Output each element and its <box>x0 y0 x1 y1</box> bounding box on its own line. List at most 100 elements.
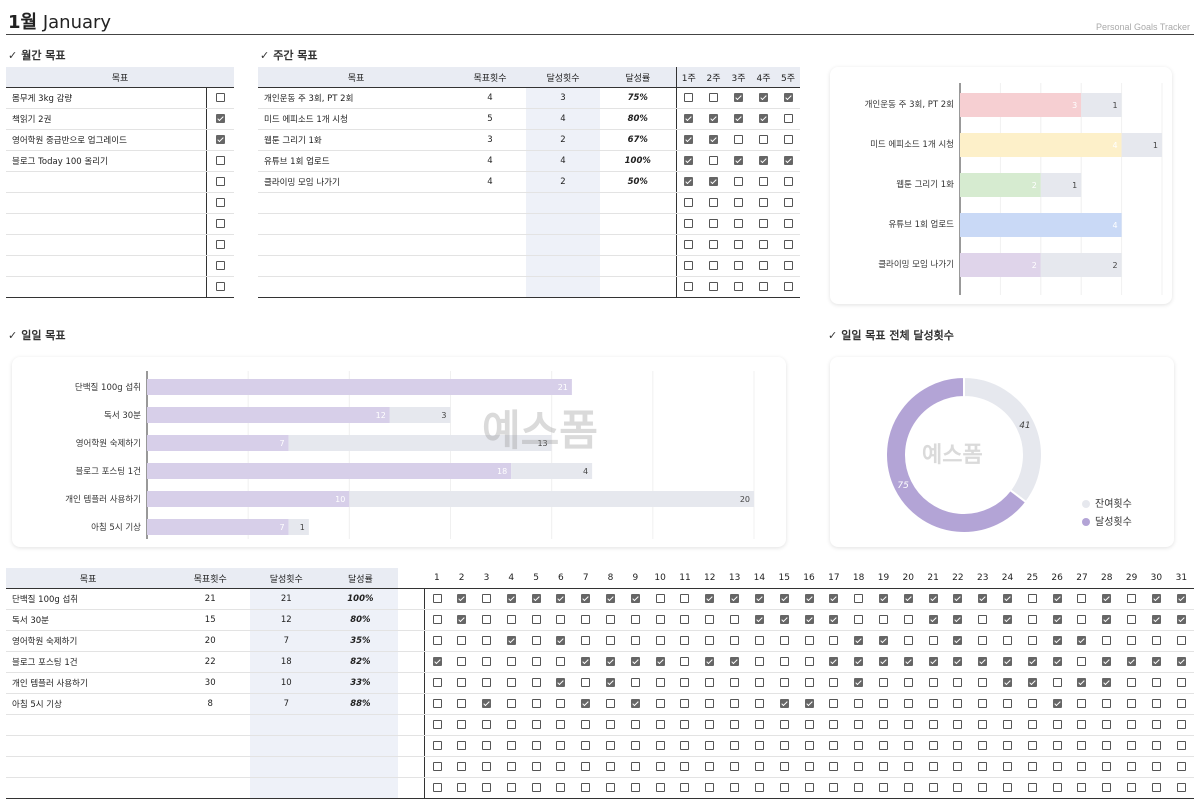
day-13-checkbox[interactable] <box>730 699 740 708</box>
day-9-checkbox[interactable] <box>630 720 640 729</box>
day-6-checkbox[interactable] <box>556 699 566 708</box>
day-19-checkbox[interactable] <box>878 594 888 603</box>
day-16-checkbox[interactable] <box>804 594 814 603</box>
day-6-checkbox[interactable] <box>556 636 566 645</box>
monthly-goal-checkbox[interactable] <box>215 219 225 228</box>
day-5-checkbox[interactable] <box>531 741 541 750</box>
week-4-checkbox[interactable] <box>759 198 768 207</box>
day-22-checkbox[interactable] <box>953 678 963 687</box>
week-3-checkbox[interactable] <box>734 156 743 165</box>
day-19-checkbox[interactable] <box>878 741 888 750</box>
day-13-checkbox[interactable] <box>730 657 740 666</box>
day-14-checkbox[interactable] <box>754 594 764 603</box>
day-13-checkbox[interactable] <box>730 594 740 603</box>
day-19-checkbox[interactable] <box>878 678 888 687</box>
day-27-checkbox[interactable] <box>1077 741 1087 750</box>
day-30-checkbox[interactable] <box>1151 741 1161 750</box>
day-14-checkbox[interactable] <box>754 615 764 624</box>
day-3-checkbox[interactable] <box>481 594 491 603</box>
day-30-checkbox[interactable] <box>1151 615 1161 624</box>
day-28-checkbox[interactable] <box>1102 720 1112 729</box>
day-20-checkbox[interactable] <box>903 657 913 666</box>
day-7-checkbox[interactable] <box>581 594 591 603</box>
day-3-checkbox[interactable] <box>481 762 491 771</box>
day-13-checkbox[interactable] <box>730 720 740 729</box>
day-29-checkbox[interactable] <box>1127 594 1137 603</box>
week-2-checkbox[interactable] <box>709 261 718 270</box>
day-11-checkbox[interactable] <box>680 657 690 666</box>
day-27-checkbox[interactable] <box>1077 699 1087 708</box>
day-6-checkbox[interactable] <box>556 615 566 624</box>
day-7-checkbox[interactable] <box>581 636 591 645</box>
day-31-checkbox[interactable] <box>1176 720 1186 729</box>
day-23-checkbox[interactable] <box>978 636 988 645</box>
day-26-checkbox[interactable] <box>1052 741 1062 750</box>
day-27-checkbox[interactable] <box>1077 783 1087 792</box>
day-8-checkbox[interactable] <box>606 720 616 729</box>
day-5-checkbox[interactable] <box>531 657 541 666</box>
day-17-checkbox[interactable] <box>829 657 839 666</box>
day-2-checkbox[interactable] <box>457 678 467 687</box>
day-5-checkbox[interactable] <box>531 762 541 771</box>
day-10-checkbox[interactable] <box>655 594 665 603</box>
day-6-checkbox[interactable] <box>556 783 566 792</box>
day-29-checkbox[interactable] <box>1127 720 1137 729</box>
day-18-checkbox[interactable] <box>854 657 864 666</box>
day-20-checkbox[interactable] <box>903 678 913 687</box>
day-22-checkbox[interactable] <box>953 720 963 729</box>
day-21-checkbox[interactable] <box>928 720 938 729</box>
day-12-checkbox[interactable] <box>705 720 715 729</box>
week-3-checkbox[interactable] <box>734 219 743 228</box>
day-30-checkbox[interactable] <box>1151 720 1161 729</box>
day-23-checkbox[interactable] <box>978 720 988 729</box>
day-29-checkbox[interactable] <box>1127 678 1137 687</box>
day-6-checkbox[interactable] <box>556 657 566 666</box>
day-13-checkbox[interactable] <box>730 783 740 792</box>
day-24-checkbox[interactable] <box>1003 699 1013 708</box>
day-3-checkbox[interactable] <box>481 678 491 687</box>
day-7-checkbox[interactable] <box>581 657 591 666</box>
day-26-checkbox[interactable] <box>1052 762 1062 771</box>
day-4-checkbox[interactable] <box>506 783 516 792</box>
day-26-checkbox[interactable] <box>1052 720 1062 729</box>
day-12-checkbox[interactable] <box>705 699 715 708</box>
day-5-checkbox[interactable] <box>531 699 541 708</box>
week-5-checkbox[interactable] <box>783 135 793 144</box>
day-3-checkbox[interactable] <box>481 657 491 666</box>
day-26-checkbox[interactable] <box>1052 678 1062 687</box>
day-30-checkbox[interactable] <box>1151 783 1161 792</box>
day-4-checkbox[interactable] <box>506 762 516 771</box>
day-2-checkbox[interactable] <box>457 762 467 771</box>
day-28-checkbox[interactable] <box>1102 783 1112 792</box>
day-8-checkbox[interactable] <box>606 783 616 792</box>
day-2-checkbox[interactable] <box>457 720 467 729</box>
day-5-checkbox[interactable] <box>531 678 541 687</box>
day-15-checkbox[interactable] <box>779 678 789 687</box>
day-15-checkbox[interactable] <box>779 783 789 792</box>
day-12-checkbox[interactable] <box>705 762 715 771</box>
week-4-checkbox[interactable] <box>759 114 768 123</box>
day-19-checkbox[interactable] <box>878 615 888 624</box>
day-16-checkbox[interactable] <box>804 657 814 666</box>
day-26-checkbox[interactable] <box>1052 615 1062 624</box>
day-25-checkbox[interactable] <box>1027 678 1037 687</box>
day-17-checkbox[interactable] <box>829 594 839 603</box>
day-10-checkbox[interactable] <box>655 741 665 750</box>
day-2-checkbox[interactable] <box>457 783 467 792</box>
day-9-checkbox[interactable] <box>630 594 640 603</box>
week-1-checkbox[interactable] <box>684 219 694 228</box>
day-8-checkbox[interactable] <box>606 699 616 708</box>
day-18-checkbox[interactable] <box>854 678 864 687</box>
day-27-checkbox[interactable] <box>1077 636 1087 645</box>
day-29-checkbox[interactable] <box>1127 636 1137 645</box>
day-15-checkbox[interactable] <box>779 699 789 708</box>
day-3-checkbox[interactable] <box>481 783 491 792</box>
day-16-checkbox[interactable] <box>804 741 814 750</box>
day-18-checkbox[interactable] <box>854 594 864 603</box>
day-23-checkbox[interactable] <box>978 594 988 603</box>
week-1-checkbox[interactable] <box>684 240 694 249</box>
day-25-checkbox[interactable] <box>1027 720 1037 729</box>
day-4-checkbox[interactable] <box>506 615 516 624</box>
day-18-checkbox[interactable] <box>854 699 864 708</box>
monthly-goal-checkbox[interactable] <box>215 93 225 102</box>
